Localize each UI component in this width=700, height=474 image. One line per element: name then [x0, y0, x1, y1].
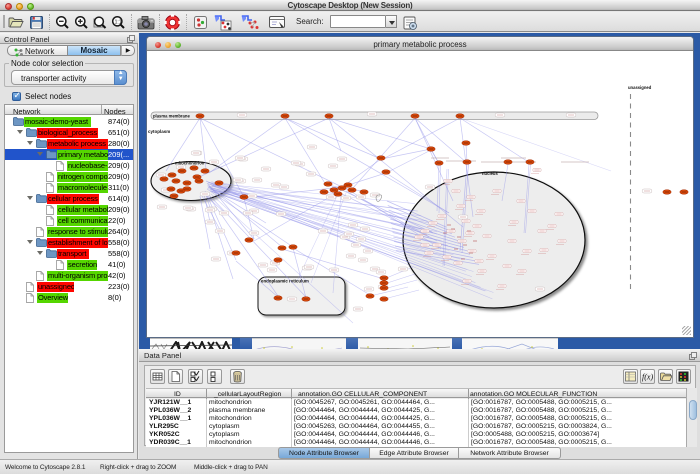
svg-text:mitochondrion: mitochondrion — [175, 161, 205, 166]
svg-text:f(x): f(x) — [642, 373, 653, 382]
svg-text:1:1: 1:1 — [115, 19, 122, 25]
svg-text:nucleus: nucleus — [482, 171, 498, 176]
svg-text:plasma membrane: plasma membrane — [153, 114, 190, 119]
svg-text:unassigned: unassigned — [628, 85, 652, 90]
svg-text:cytoplasm: cytoplasm — [148, 129, 170, 134]
